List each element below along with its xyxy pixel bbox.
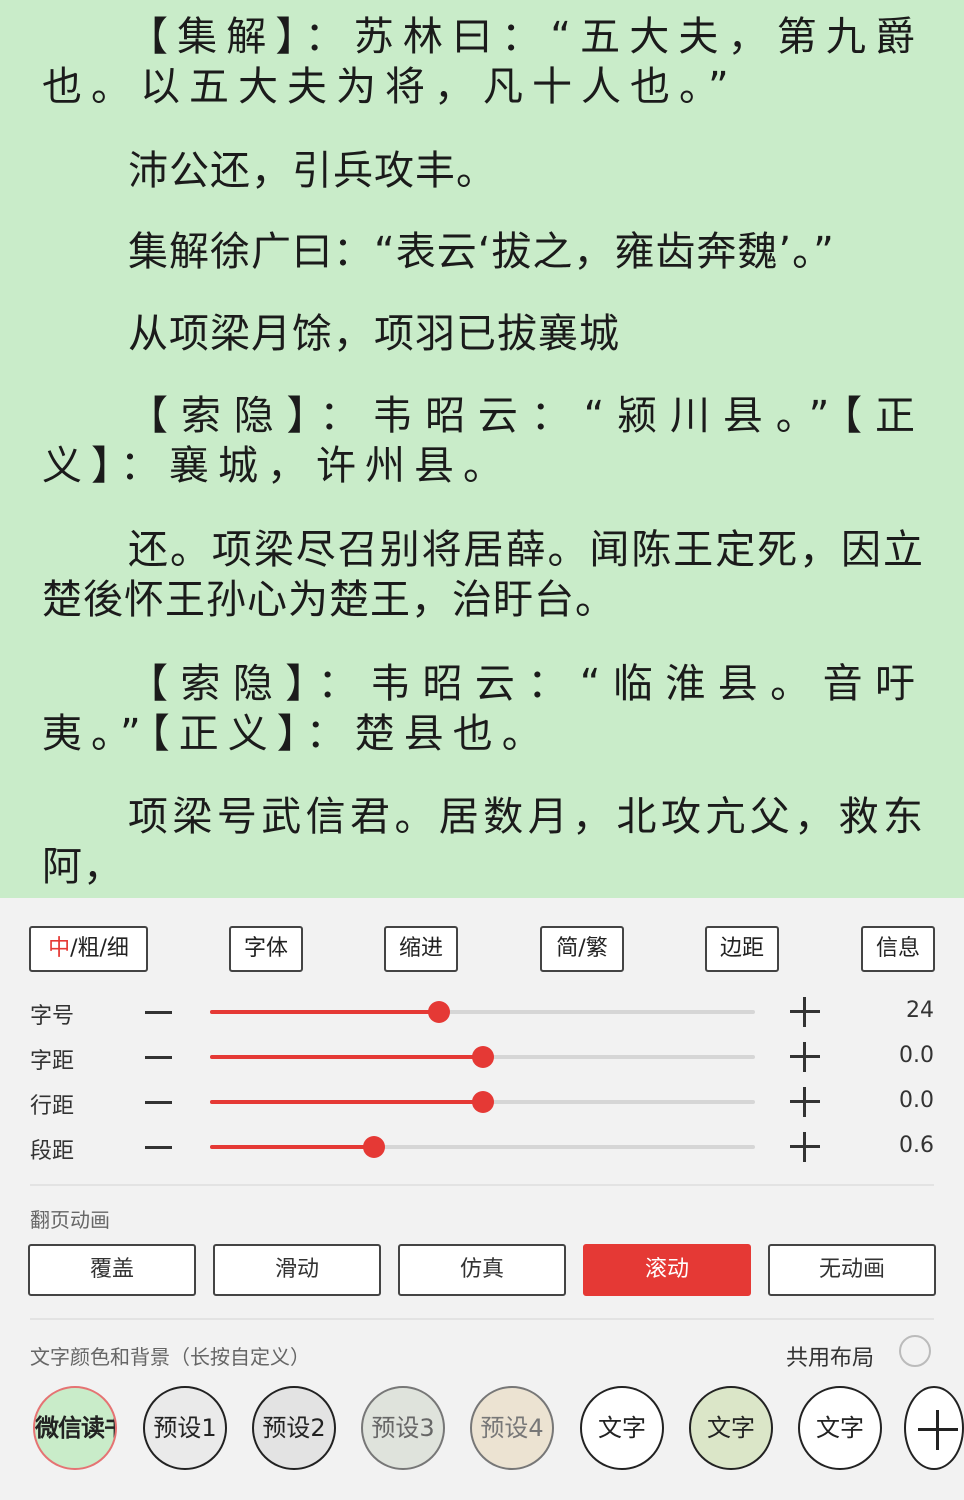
paragraph-spacing-slider[interactable] xyxy=(210,1136,755,1158)
swatch-label: 微信读书 xyxy=(35,1414,115,1442)
swatch-label: 文字 xyxy=(707,1414,755,1442)
font-size-value: 24 xyxy=(906,998,934,1023)
theme-swatch-preset-1[interactable]: 预设1 xyxy=(143,1386,227,1470)
letter-spacing-value: 0.0 xyxy=(899,1043,934,1068)
theme-swatch-white[interactable]: 文字 xyxy=(580,1386,664,1470)
swatch-label: 预设1 xyxy=(153,1414,217,1442)
add-theme-button[interactable] xyxy=(904,1386,964,1470)
slider-fill xyxy=(210,1010,439,1014)
slider-thumb[interactable] xyxy=(471,1091,494,1113)
paragraph-spacing-label: 段距 xyxy=(30,1139,75,1164)
paragraph: 沛公还，引兵攻丰。 xyxy=(128,148,497,194)
animation-option-simulation[interactable]: 仿真 xyxy=(398,1244,566,1296)
paragraph: 【集解】：苏林曰：“五大夫，第九爵也。以五大夫为将，凡十人也。” xyxy=(42,14,924,110)
swatch-label: 文字 xyxy=(598,1414,646,1442)
reading-area[interactable]: 【集解】：苏林曰：“五大夫，第九爵也。以五大夫为将，凡十人也。” 沛公还，引兵攻… xyxy=(0,0,964,898)
paragraph-spacing-value: 0.6 xyxy=(899,1133,934,1158)
info-button[interactable]: 信息 xyxy=(861,926,935,972)
slider-thumb[interactable] xyxy=(427,1001,450,1023)
theme-swatch-preset-3[interactable]: 预设3 xyxy=(361,1386,445,1470)
plus-icon xyxy=(918,1410,958,1450)
letter-spacing-increase-button[interactable] xyxy=(790,1042,820,1072)
page-animation-title: 翻页动画 xyxy=(30,1208,110,1232)
paragraph: 还。项梁尽召别将居薛。闻陈王定死，因立楚後怀王孙心为楚王，治盱台。 xyxy=(42,527,924,623)
theme-swatch-wechat-read[interactable]: 微信读书 xyxy=(33,1386,117,1470)
divider xyxy=(30,1318,934,1320)
animation-option-scroll[interactable]: 滚动 xyxy=(583,1244,751,1296)
line-spacing-label: 行距 xyxy=(30,1094,75,1119)
paragraph: 【索隐】：韦昭云：“颍川县。”【正义】：襄城，许州县。 xyxy=(42,393,924,489)
paragraph: 项梁号武信君。居数月，北攻亢父，救东阿， xyxy=(42,794,924,890)
font-size-decrease-button[interactable] xyxy=(145,1011,172,1014)
font-size-label: 字号 xyxy=(30,1004,75,1029)
font-size-slider[interactable] xyxy=(210,1001,755,1023)
slider-fill xyxy=(210,1055,483,1059)
slider-thumb[interactable] xyxy=(362,1136,385,1158)
margin-button[interactable]: 边距 xyxy=(705,926,779,972)
divider xyxy=(30,1184,934,1186)
swatch-label: 预设3 xyxy=(371,1414,435,1442)
letter-spacing-decrease-button[interactable] xyxy=(145,1056,172,1059)
swatch-label: 预设2 xyxy=(262,1414,326,1442)
indent-button[interactable]: 缩进 xyxy=(384,926,458,972)
swatch-label: 预设4 xyxy=(480,1414,544,1442)
animation-option-cover[interactable]: 覆盖 xyxy=(28,1244,196,1296)
paragraph-spacing-increase-button[interactable] xyxy=(790,1132,820,1162)
animation-option-slide[interactable]: 滑动 xyxy=(213,1244,381,1296)
slider-thumb[interactable] xyxy=(471,1046,494,1068)
simplified-traditional-button[interactable]: 简/繁 xyxy=(540,926,624,972)
paragraph: 从项梁月馀，项羽已拔襄城 xyxy=(128,311,620,357)
paragraph: 集解徐广曰：“表云‘拔之，雍齿奔魏’。” xyxy=(128,229,835,275)
theme-swatch-preset-2[interactable]: 预设2 xyxy=(252,1386,336,1470)
weight-other-label: /粗/细 xyxy=(70,936,129,961)
letter-spacing-label: 字距 xyxy=(30,1049,75,1074)
animation-option-none[interactable]: 无动画 xyxy=(768,1244,936,1296)
theme-swatch-preset-4[interactable]: 预设4 xyxy=(470,1386,554,1470)
weight-medium-label: 中 xyxy=(48,936,71,961)
line-spacing-increase-button[interactable] xyxy=(790,1087,820,1117)
font-button[interactable]: 字体 xyxy=(229,926,303,972)
slider-fill xyxy=(210,1100,483,1104)
typography-settings-panel: 中/粗/细 字体 缩进 简/繁 边距 信息 字号 24 字距 0.0 行距 0. xyxy=(0,898,964,1500)
paragraph-spacing-decrease-button[interactable] xyxy=(145,1146,172,1149)
font-weight-button[interactable]: 中/粗/细 xyxy=(29,926,148,972)
line-spacing-value: 0.0 xyxy=(899,1088,934,1113)
share-layout-radio[interactable] xyxy=(899,1335,931,1367)
theme-swatch-green[interactable]: 文字 xyxy=(689,1386,773,1470)
paragraph: 【索隐】：韦昭云：“临淮县。音吁夷。”【正义】：楚县也。 xyxy=(42,661,924,757)
letter-spacing-slider[interactable] xyxy=(210,1046,755,1068)
line-spacing-slider[interactable] xyxy=(210,1091,755,1113)
font-size-increase-button[interactable] xyxy=(790,997,820,1027)
color-background-title: 文字颜色和背景（长按自定义） xyxy=(30,1345,310,1369)
theme-swatch-plain[interactable]: 文字 xyxy=(798,1386,882,1470)
slider-fill xyxy=(210,1145,374,1149)
line-spacing-decrease-button[interactable] xyxy=(145,1101,172,1104)
swatch-label: 文字 xyxy=(816,1414,864,1442)
share-layout-label: 共用布局 xyxy=(786,1346,875,1371)
